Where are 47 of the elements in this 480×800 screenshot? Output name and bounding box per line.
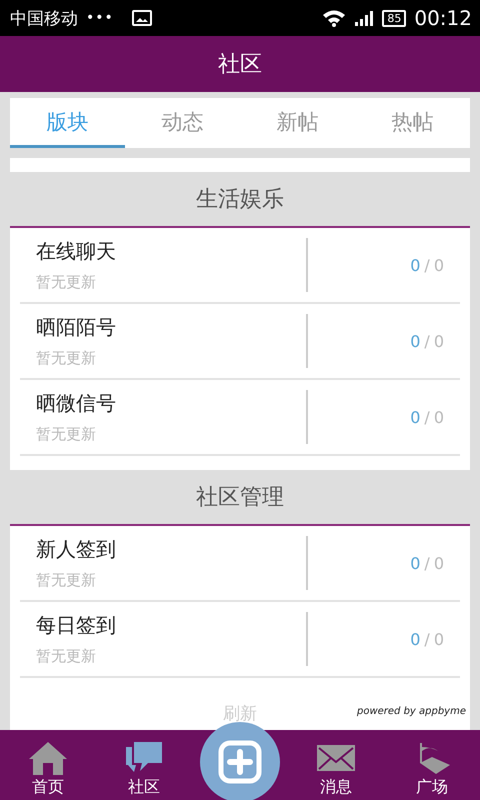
carrier-name: 中国移动 [10,8,78,30]
image-icon [132,10,152,26]
nav-item[interactable]: 消息 [288,741,384,800]
board-status: 暂无更新 [36,273,97,292]
today-count: 0 [410,256,420,274]
plus-icon [217,739,263,785]
total-count: 0 [434,408,444,426]
count-separator: / [424,554,430,572]
today-count: 0 [410,332,420,350]
section-title: 生活娱乐 [196,186,284,214]
count-separator: / [424,408,430,426]
signal-icon [354,10,374,26]
count-separator: / [424,630,430,648]
board-row[interactable]: 晒陌陌号 暂无更新 0 / 0 [20,304,460,380]
count-separator: / [424,256,430,274]
total-count: 0 [434,630,444,648]
nav-item[interactable]: 广场 [384,741,480,800]
page-title: 社区 [218,51,262,79]
count-separator: / [424,332,430,350]
board-name: 新人签到 [36,536,117,563]
wifi-icon [322,9,346,27]
board-name: 晒陌陌号 [36,314,117,341]
board-row[interactable]: 每日签到 暂无更新 0 / 0 [20,602,460,678]
today-count: 0 [410,554,420,572]
board-name: 晒微信号 [36,390,117,417]
today-count: 0 [410,408,420,426]
board-row[interactable]: 新人签到 暂无更新 0 / 0 [20,526,460,602]
total-count: 0 [434,554,444,572]
section-title: 社区管理 [196,484,284,512]
notification-dots: ••• [86,10,114,26]
total-count: 0 [434,256,444,274]
nav-item[interactable]: 社区 [96,741,192,800]
board-status: 暂无更新 [36,349,97,368]
today-count: 0 [410,630,420,648]
board-name: 每日签到 [36,612,117,639]
battery-indicator: 85 [382,10,406,26]
powered-by-text: powered by appbyme [356,706,466,717]
board-status: 暂无更新 [36,571,97,590]
board-name: 在线聊天 [36,238,117,265]
board-row[interactable]: 在线聊天 暂无更新 0 / 0 [20,228,460,304]
board-status: 暂无更新 [36,425,97,444]
board-row[interactable]: 晒微信号 暂无更新 0 / 0 [20,380,460,456]
clock: 00:12 [414,6,472,30]
house-icon [28,741,68,775]
board-status: 暂无更新 [36,647,97,666]
total-count: 0 [434,332,444,350]
nav-item[interactable]: 首页 [0,741,96,800]
